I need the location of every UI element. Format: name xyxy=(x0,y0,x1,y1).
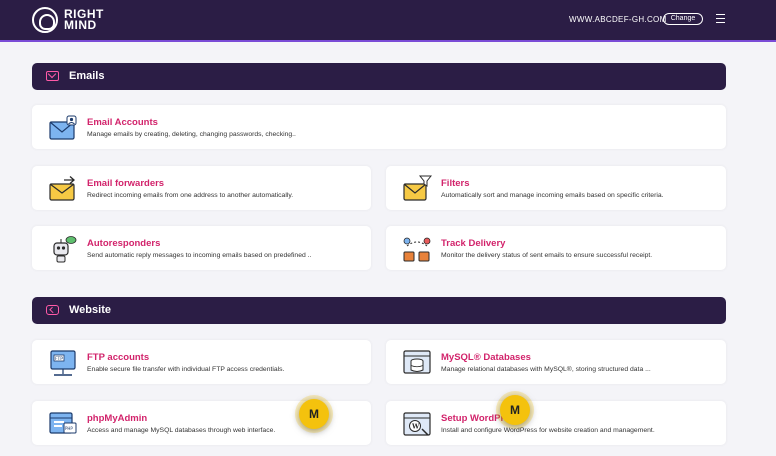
card-autoresponders[interactable]: Autoresponders Send automatic reply mess… xyxy=(32,226,371,270)
card-email-accounts[interactable]: Email Accounts Manage emails by creating… xyxy=(32,105,726,149)
hamburger-menu-icon[interactable] xyxy=(716,14,725,23)
card-description: Monitor the delivery status of sent emai… xyxy=(441,252,653,259)
database-icon xyxy=(403,350,431,374)
card-title: MySQL® Databases xyxy=(441,352,531,363)
brand-line-2: MIND xyxy=(64,18,97,32)
top-bar: RIGHT MIND WWW.ABCDEF-GH.COM Change xyxy=(0,0,776,42)
card-setup-wordpress[interactable]: W Setup WordPress Install and configure … xyxy=(386,401,726,445)
card-email-forwarders[interactable]: Email forwarders Redirect incoming email… xyxy=(32,166,371,210)
card-title: Filters xyxy=(441,178,470,189)
card-description: Enable secure file transfer with individ… xyxy=(87,366,285,373)
wordpress-icon: W xyxy=(403,412,431,436)
delivery-tracking-icon xyxy=(403,237,431,262)
card-description: Manage relational databases with MySQL®,… xyxy=(441,366,651,373)
change-domain-button[interactable]: Change xyxy=(663,13,703,25)
brain-icon xyxy=(32,7,58,33)
cursor-marker-badge: M xyxy=(299,399,329,429)
section-header-website: Website xyxy=(32,297,726,324)
card-ftp-accounts[interactable]: FTP FTP accounts Enable secure file tran… xyxy=(32,340,371,384)
cursor-marker-badge: M xyxy=(500,395,530,425)
card-title: Autoresponders xyxy=(87,238,161,249)
card-description: Automatically sort and manage incoming e… xyxy=(441,192,664,199)
brand-logo[interactable]: RIGHT MIND xyxy=(32,6,104,34)
card-description: Access and manage MySQL databases throug… xyxy=(87,427,276,434)
brand-name: RIGHT MIND xyxy=(64,8,104,32)
card-title: Email forwarders xyxy=(87,178,165,189)
filter-mail-icon xyxy=(403,175,432,201)
card-description: Redirect incoming emails from one addres… xyxy=(87,192,294,199)
ftp-server-icon: FTP xyxy=(50,350,76,376)
section-title-website: Website xyxy=(69,304,111,316)
card-mysql-databases[interactable]: MySQL® Databases Manage relational datab… xyxy=(386,340,726,384)
phpmyadmin-icon: PHP xyxy=(49,412,77,434)
card-title: FTP accounts xyxy=(87,352,150,363)
envelope-icon xyxy=(46,71,59,81)
website-icon xyxy=(46,305,59,315)
section-header-emails: Emails xyxy=(32,63,726,90)
email-forwarders-icon xyxy=(49,176,75,201)
svg-text:PHP: PHP xyxy=(65,426,73,431)
card-title: phpMyAdmin xyxy=(87,413,148,424)
section-title-emails: Emails xyxy=(69,70,105,82)
domain-name: WWW.ABCDEF-GH.COM xyxy=(569,15,667,24)
robot-reply-icon xyxy=(53,236,77,263)
card-description: Install and configure WordPress for webs… xyxy=(441,427,655,434)
svg-text:W: W xyxy=(411,423,420,431)
card-track-delivery[interactable]: Track Delivery Monitor the delivery stat… xyxy=(386,226,726,270)
svg-text:FTP: FTP xyxy=(55,356,63,362)
card-title: Email Accounts xyxy=(87,117,158,128)
email-accounts-icon xyxy=(49,115,77,140)
card-title: Track Delivery xyxy=(441,238,506,249)
card-description: Send automatic reply messages to incomin… xyxy=(87,252,312,259)
card-description: Manage emails by creating, deleting, cha… xyxy=(87,131,296,138)
card-filters[interactable]: Filters Automatically sort and manage in… xyxy=(386,166,726,210)
